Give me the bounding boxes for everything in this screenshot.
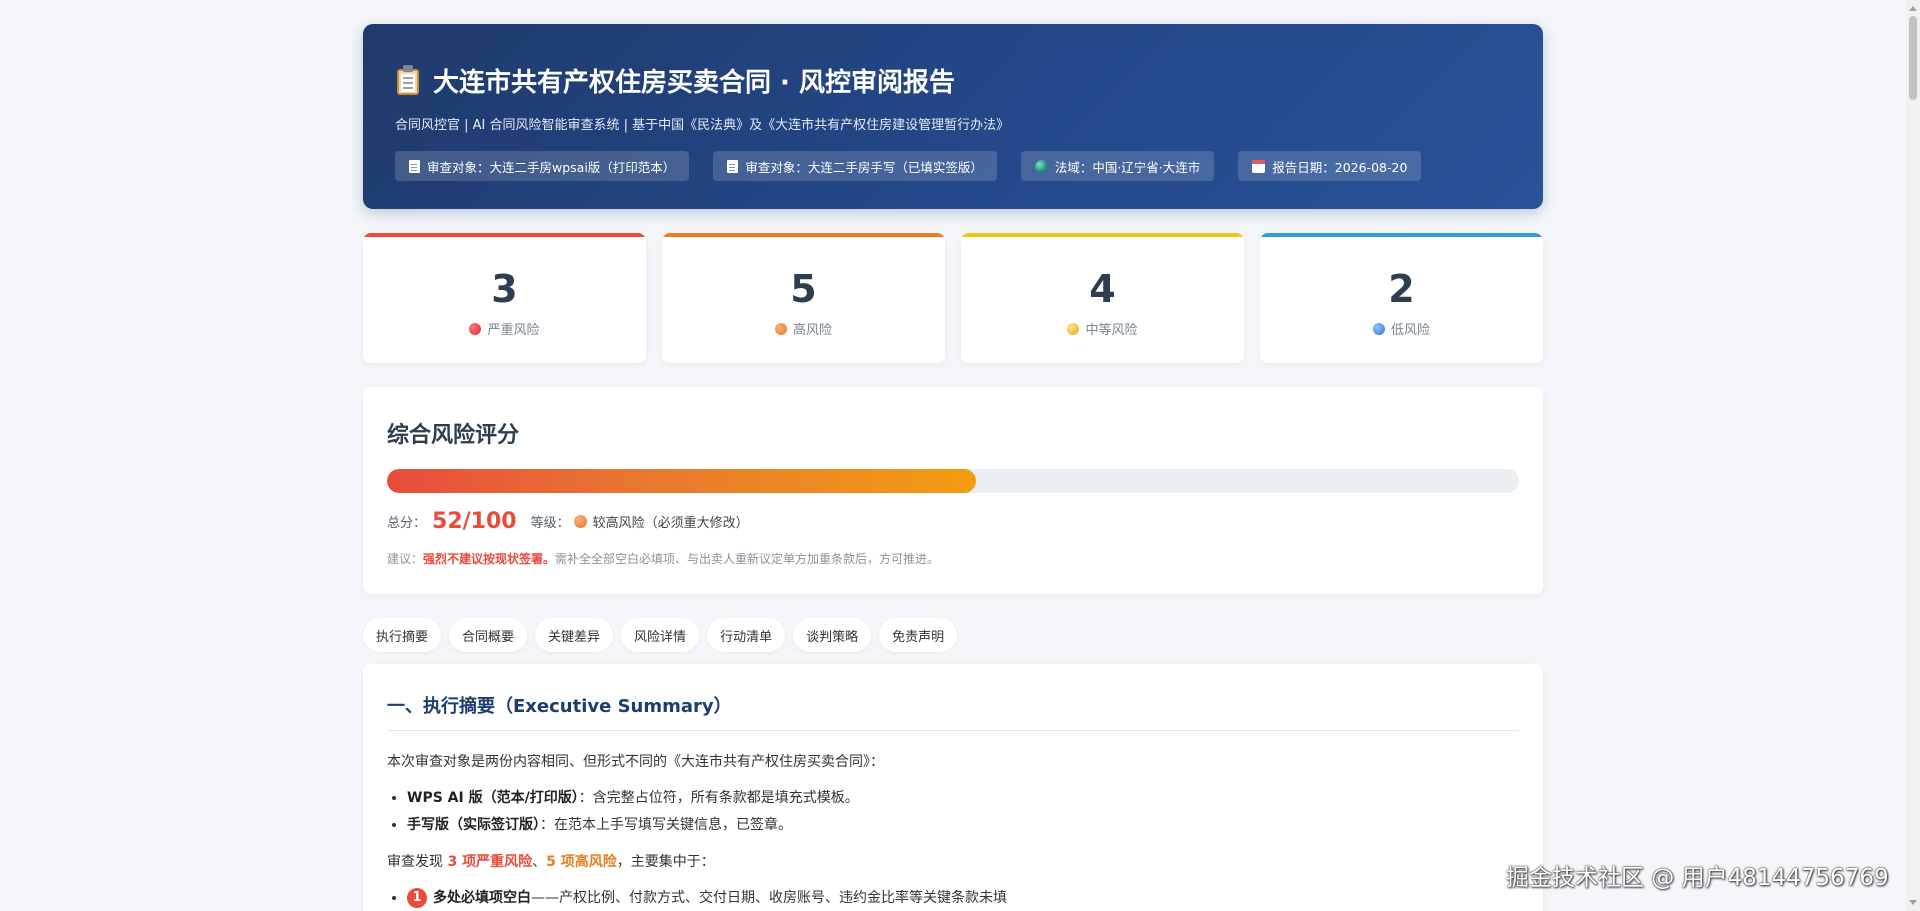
advice-label: 建议： [387,552,424,566]
executive-summary-section: 一、执行摘要（Executive Summary） 本次审查对象是两份内容相同、… [363,664,1543,911]
list-item-bold: WPS AI 版（范本/打印版） [407,790,579,806]
list-item-bold: 多处必填项空白 [433,890,531,906]
clipboard-icon [395,65,421,95]
list-item-text: ：含完整占位符，所有条款都是填充式模板。 [578,790,859,806]
stat-value: 2 [1388,267,1415,311]
meta-tag-text: 报告日期：2026-08-20 [1272,159,1408,175]
nav-key-differences[interactable]: 关键差异 [535,618,614,652]
list-item-bold: 手写版（实际签订版） [407,817,540,833]
advice-body: 需补全全部空白必填项、与出卖人重新议定单方加重条款后，方可推进。 [555,552,940,566]
nav-contract-overview[interactable]: 合同概要 [449,618,528,652]
meta-tag-target-handwritten: 审查对象：大连二手房手写（已填实签版） [713,151,997,181]
globe-icon [1034,159,1048,173]
section-title: 一、执行摘要（Executive Summary） [387,692,1519,731]
number-one-icon: 1 [407,888,427,908]
section-nav: 执行摘要 合同概要 关键差异 风险详情 行动清单 谈判策略 免责声明 [363,618,1543,652]
document-icon [409,159,420,173]
stat-card-medium: 4 中等风险 [961,233,1244,363]
orange-circle-icon [573,515,587,528]
score-progress-track [387,469,1519,493]
stat-label: 低风险 [1390,323,1430,338]
scrollbar-thumb[interactable] [1909,16,1917,100]
score-progress-fill [387,469,976,493]
orange-circle-icon [774,322,787,335]
stat-value: 4 [1089,267,1116,311]
nav-executive-summary[interactable]: 执行摘要 [363,618,442,652]
nav-disclaimer[interactable]: 免责声明 [879,618,958,652]
score-title: 综合风险评分 [387,423,520,448]
list-item: 1 多处必填项空白——产权比例、付款方式、交付日期、收房账号、违约金比率等关键条款… [407,885,1519,911]
stat-value: 5 [790,267,817,311]
summary-intro: 本次审查对象是两份内容相同、但形式不同的《大连市共有产权住房买卖合同》： [387,754,884,770]
findings-list: 1 多处必填项空白——产权比例、付款方式、交付日期、收房账号、违约金比率等关键条款… [387,885,1519,911]
report-page: 大连市共有产权住房买卖合同 · 风控审阅报告 合同风控官 | AI 合同风险智能… [363,24,1543,911]
meta-tag-target-wps: 审查对象：大连二手房wpsai版（打印范本） [395,151,690,181]
blue-circle-icon [1372,322,1385,335]
stat-card-high: 5 高风险 [662,233,945,363]
findings-sep: 、 [532,854,547,870]
advice-text: 建议：强烈不建议按现状签署。需补全全部空白必填项、与出卖人重新议定单方加重条款后… [387,550,1519,567]
document-list: WPS AI 版（范本/打印版）：含完整占位符，所有条款都是填充式模板。 手写版… [387,785,1519,839]
findings-post: ，主要集中于： [616,854,715,870]
stat-label: 高风险 [792,323,832,338]
report-title: 大连市共有产权住房买卖合同 · 风控审阅报告 [395,60,1511,100]
findings-summary: 审查发现 3 项严重风险、5 项高风险，主要集中于： [387,851,1519,871]
list-item-text: ：在范本上手写填写关键信息，已签章。 [540,817,792,833]
grade-label: 等级： [530,516,570,531]
grade-badge: 较高风险（必须重大修改） [573,512,749,531]
report-header: 大连市共有产权住房买卖合同 · 风控审阅报告 合同风控官 | AI 合同风险智能… [363,24,1543,209]
nav-risk-details[interactable]: 风险详情 [621,618,700,652]
list-item: WPS AI 版（范本/打印版）：含完整占位符，所有条款都是填充式模板。 [407,785,1519,812]
total-score: 52/100 [432,509,517,534]
overall-score-card: 综合风险评分 总分： 52/100 等级： 较高风险（必须重大修改） 建议：强烈… [363,387,1543,594]
meta-tags: 审查对象：大连二手房wpsai版（打印范本） 审查对象：大连二手房手写（已填实签… [395,151,1511,181]
stat-card-low: 2 低风险 [1260,233,1543,363]
meta-tag-text: 审查对象：大连二手房手写（已填实签版） [745,159,983,175]
advice-strong: 强烈不建议按现状签署。 [423,552,556,566]
nav-action-list[interactable]: 行动清单 [707,618,786,652]
stat-label: 严重风险 [487,323,540,338]
yellow-circle-icon [1067,322,1080,335]
stat-value: 3 [491,267,518,311]
meta-tag-text: 审查对象：大连二手房wpsai版（打印范本） [427,159,676,175]
meta-tag-jurisdiction: 法域：中国·辽宁省·大连市 [1020,151,1215,181]
findings-pre: 审查发现 [387,854,448,870]
calendar-icon [1252,159,1266,173]
report-title-text: 大连市共有产权住房买卖合同 · 风控审阅报告 [433,67,955,98]
stat-label: 中等风险 [1085,323,1138,338]
list-item-text: ——产权比例、付款方式、交付日期、收房账号、违约金比率等关键条款未填 [531,890,1007,906]
meta-tag-date: 报告日期：2026-08-20 [1238,151,1422,181]
meta-tag-text: 法域：中国·辽宁省·大连市 [1054,159,1201,175]
total-label: 总分： [387,516,427,531]
stat-card-critical: 3 严重风险 [363,233,646,363]
grade-value: 较高风险（必须重大修改） [592,516,749,531]
report-subtitle: 合同风控官 | AI 合同风险智能审查系统 | 基于中国《民法典》及《大连市共有… [395,118,1010,133]
findings-high: 5 项高风险 [546,854,617,870]
score-summary: 总分： 52/100 等级： 较高风险（必须重大修改） [387,509,1519,534]
watermark: 掘金技术社区 @ 用户4814475676​9 [1506,865,1889,891]
red-circle-icon [469,322,482,335]
risk-stats: 3 严重风险 5 高风险 4 中等风险 2 低风险 [363,233,1543,363]
scroll-down-icon[interactable] [1909,900,1917,905]
list-item: 手写版（实际签订版）：在范本上手写填写关键信息，已签章。 [407,812,1519,839]
vertical-scrollbar[interactable] [1906,0,1920,911]
scroll-up-icon[interactable] [1909,6,1917,11]
findings-severe: 3 项严重风险 [447,854,533,870]
nav-negotiation-strategy[interactable]: 谈判策略 [793,618,872,652]
document-icon [727,159,739,173]
